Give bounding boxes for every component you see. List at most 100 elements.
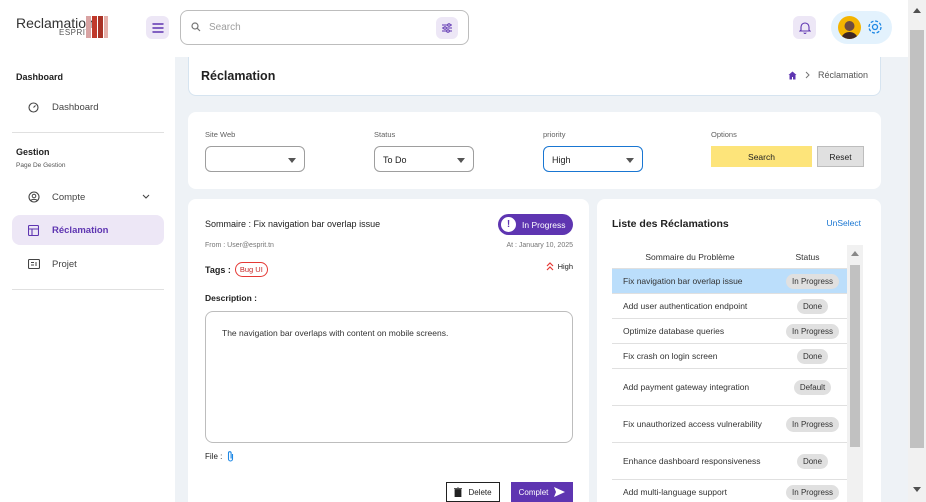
- breadcrumb: Réclamation: [788, 70, 868, 80]
- priority-label: priority: [543, 130, 566, 139]
- detail-tags: Tags : Bug UI: [205, 262, 268, 277]
- list-title: Liste des Réclamations: [612, 218, 729, 230]
- delete-label: Delete: [468, 487, 492, 497]
- complete-button[interactable]: Complet: [511, 482, 573, 502]
- search-button[interactable]: Search: [711, 146, 812, 167]
- row-summary: Add multi-language support: [623, 487, 727, 497]
- search-icon: [191, 22, 201, 32]
- sidebar: Dashboard Dashboard Gestion Page De Gest…: [0, 57, 175, 502]
- row-status-badge: In Progress: [786, 416, 839, 432]
- chevron-right-icon: [805, 71, 810, 79]
- row-status-badge: Default: [793, 379, 832, 395]
- complete-label: Complet: [518, 487, 549, 497]
- sidebar-section-dashboard: Dashboard: [16, 72, 64, 82]
- page-scroll-thumb[interactable]: [910, 30, 924, 448]
- tags-label: Tags :: [205, 264, 231, 275]
- home-icon[interactable]: [788, 71, 797, 80]
- table-row[interactable]: Enhance dashboard responsiveness Done: [612, 443, 847, 480]
- sidebar-divider: [12, 289, 164, 290]
- user-circle-icon: [28, 191, 40, 203]
- reclamations-table: Sommaire du Problème Status Fix navigati…: [612, 245, 847, 502]
- sidebar-item-reclamation[interactable]: Réclamation: [12, 215, 164, 245]
- filters-card: Site Web Status To Do priority High Opti…: [188, 112, 881, 189]
- trash-icon: [454, 487, 463, 497]
- notifications-button[interactable]: [793, 16, 816, 39]
- alert-icon: !: [501, 217, 516, 232]
- menu-toggle-button[interactable]: [146, 16, 169, 39]
- sidebar-item-label: Projet: [52, 258, 77, 270]
- sidebar-item-compte[interactable]: Compte: [12, 182, 164, 212]
- list-scrollbar[interactable]: [847, 245, 863, 502]
- top-bar: Reclamation ESPRIT Search: [0, 0, 908, 57]
- page-title: Réclamation: [201, 69, 276, 83]
- paperclip-icon[interactable]: [226, 450, 235, 463]
- page-scrollbar[interactable]: [908, 0, 926, 502]
- list-scroll-thumb[interactable]: [850, 265, 860, 447]
- table-row[interactable]: Fix unauthorized access vulnerability In…: [612, 406, 847, 443]
- send-icon: [554, 487, 566, 497]
- reclamation-detail-card: Sommaire : Fix navigation bar overlap is…: [188, 199, 589, 502]
- delete-button[interactable]: Delete: [446, 482, 500, 502]
- detail-priority: High: [546, 262, 573, 271]
- status-value: To Do: [383, 155, 407, 165]
- search-input[interactable]: Search: [209, 22, 241, 33]
- row-status-badge: In Progress: [786, 323, 839, 339]
- scroll-up-icon[interactable]: [913, 8, 921, 13]
- priority-select[interactable]: High: [543, 146, 643, 172]
- tag-chip: Bug UI: [234, 262, 268, 277]
- table-row[interactable]: Add user authentication endpoint Done: [612, 294, 847, 319]
- row-status-badge: In Progress: [786, 484, 839, 500]
- sidebar-item-label: Compte: [52, 191, 86, 203]
- app-logo[interactable]: Reclamation ESPRIT: [16, 13, 116, 41]
- status-label: Status: [374, 130, 396, 139]
- row-summary: Fix crash on login screen: [623, 351, 718, 361]
- table-row[interactable]: Fix navigation bar overlap issue In Prog…: [612, 269, 847, 294]
- search-box[interactable]: Search: [180, 10, 469, 45]
- row-summary: Enhance dashboard responsiveness: [623, 456, 761, 466]
- table-row[interactable]: Add payment gateway integration Default: [612, 369, 847, 406]
- table-row[interactable]: Add multi-language support In Progress: [612, 480, 847, 502]
- row-summary: Optimize database queries: [623, 326, 725, 336]
- row-summary: Fix navigation bar overlap issue: [623, 276, 743, 286]
- filter-settings-button[interactable]: [436, 17, 458, 39]
- sidebar-section-subtitle: Page De Gestion: [16, 162, 66, 169]
- row-summary: Add user authentication endpoint: [623, 301, 748, 311]
- gear-icon[interactable]: [867, 19, 883, 35]
- dropdown-arrow-icon: [288, 158, 296, 163]
- detail-title: Sommaire : Fix navigation bar overlap is…: [205, 219, 381, 229]
- table-row[interactable]: Optimize database queries In Progress: [612, 319, 847, 344]
- table-row[interactable]: Fix crash on login screen Done: [612, 344, 847, 369]
- detail-date: At : January 10, 2025: [506, 242, 573, 249]
- status-badge-label: In Progress: [522, 219, 566, 230]
- dropdown-arrow-icon: [457, 158, 465, 163]
- options-label: Options: [711, 130, 737, 139]
- priority-value: High: [552, 155, 571, 165]
- scroll-up-icon[interactable]: [851, 251, 859, 256]
- reclamations-list-card: Liste des Réclamations UnSelect Sommaire…: [597, 199, 881, 502]
- sidebar-item-projet[interactable]: Projet: [12, 249, 164, 279]
- description-label: Description :: [205, 293, 257, 303]
- sidebar-divider: [12, 132, 164, 133]
- row-summary: Add payment gateway integration: [623, 382, 750, 392]
- sliders-icon: [442, 23, 452, 33]
- description-field[interactable]: The navigation bar overlaps with content…: [205, 311, 573, 443]
- bell-icon: [798, 22, 811, 34]
- sidebar-section-gestion: Gestion: [16, 147, 50, 157]
- unselect-link[interactable]: UnSelect: [827, 218, 862, 228]
- status-select[interactable]: To Do: [374, 146, 474, 172]
- double-chevron-up-icon: [546, 262, 553, 271]
- hamburger-icon: [151, 22, 164, 33]
- col-status-header: Status: [795, 251, 820, 262]
- profile-menu[interactable]: [831, 11, 892, 44]
- site-web-select[interactable]: [205, 146, 305, 172]
- col-summary-header: Sommaire du Problème: [645, 251, 735, 262]
- table-icon: [28, 224, 39, 236]
- dashboard-icon: [28, 101, 39, 113]
- avatar: [838, 16, 861, 39]
- sidebar-item-dashboard[interactable]: Dashboard: [12, 92, 164, 122]
- logo-bars-icon: [86, 16, 108, 38]
- priority-text: High: [557, 262, 573, 271]
- row-status-badge: In Progress: [786, 273, 839, 289]
- scroll-down-icon[interactable]: [913, 487, 921, 492]
- reset-button[interactable]: Reset: [817, 146, 864, 167]
